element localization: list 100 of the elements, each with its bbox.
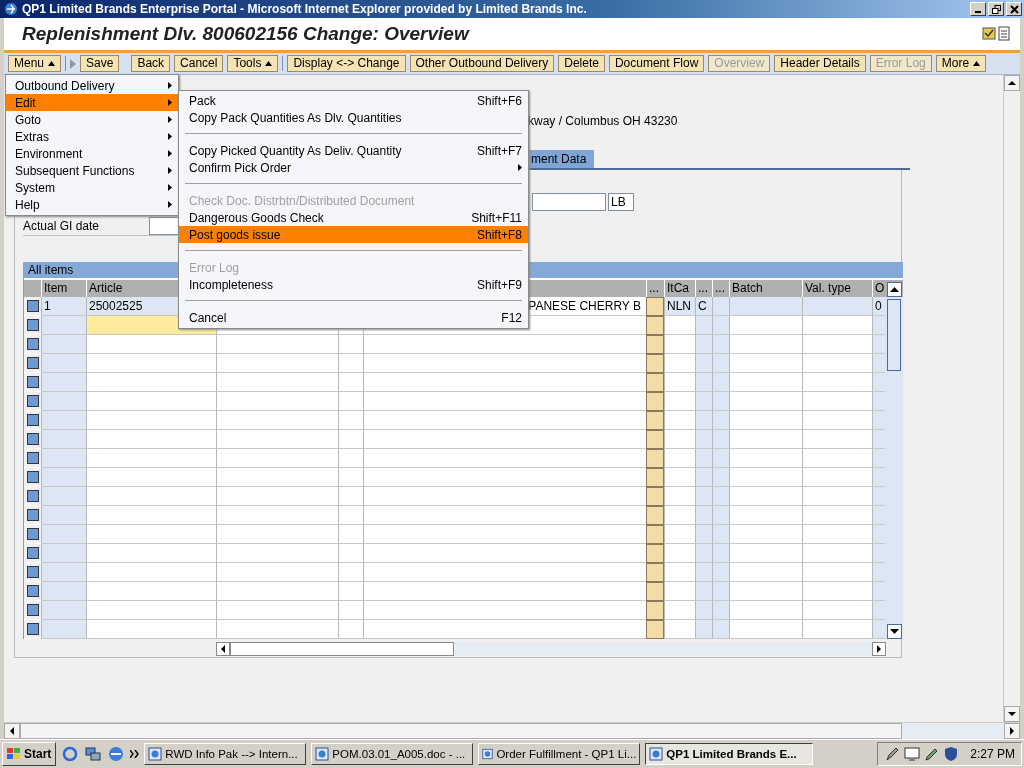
menu-item[interactable]: Dangerous Goods Check Shift+F11 bbox=[179, 209, 528, 226]
scroll-thumb[interactable] bbox=[230, 642, 454, 656]
row-selector[interactable] bbox=[26, 376, 39, 388]
input-field[interactable] bbox=[532, 193, 606, 211]
menu-item[interactable]: System bbox=[6, 179, 178, 196]
scroll-up-icon[interactable] bbox=[1004, 75, 1020, 91]
caret-icon bbox=[48, 61, 56, 66]
taskbar-button[interactable]: RWD Info Pak --> Intern... bbox=[144, 743, 307, 765]
table-cell bbox=[41, 506, 86, 525]
start-button[interactable]: Start bbox=[2, 742, 57, 766]
shield-icon[interactable] bbox=[944, 746, 959, 762]
close-button[interactable] bbox=[1006, 2, 1022, 16]
menu-item[interactable]: Copy Picked Quantity As Deliv. Quantity Shift+F7 bbox=[179, 142, 528, 159]
scroll-down-icon[interactable] bbox=[886, 624, 902, 639]
column-header[interactable]: Val. type bbox=[805, 281, 851, 295]
submenu-arrow-icon bbox=[168, 133, 172, 140]
toolbar-button[interactable]: Back bbox=[131, 55, 171, 72]
table-cell bbox=[695, 430, 712, 449]
dropdown-button[interactable]: More bbox=[935, 55, 987, 72]
dropdown-button[interactable]: Tools bbox=[227, 55, 279, 72]
row-selector[interactable] bbox=[26, 319, 39, 331]
unit-field[interactable]: LB bbox=[608, 193, 634, 211]
toolbar-button[interactable]: Delete bbox=[558, 55, 605, 72]
tab[interactable]: ment Data bbox=[528, 150, 595, 168]
column-header[interactable]: O bbox=[875, 281, 885, 295]
menu-item[interactable]: Outbound Delivery bbox=[6, 77, 178, 94]
scroll-right-icon[interactable] bbox=[1004, 723, 1020, 739]
scroll-left-icon[interactable] bbox=[4, 723, 20, 739]
toolbar-button[interactable]: Header Details bbox=[774, 55, 866, 72]
row-selector[interactable] bbox=[26, 623, 39, 635]
scroll-right-icon[interactable] bbox=[872, 642, 886, 656]
row-selector[interactable] bbox=[26, 395, 39, 407]
table-cell bbox=[646, 297, 664, 316]
table-cell bbox=[712, 430, 729, 449]
table-cell bbox=[802, 392, 872, 411]
row-selector[interactable] bbox=[26, 357, 39, 369]
menu-item[interactable]: Edit bbox=[6, 94, 178, 111]
table-cell bbox=[646, 582, 664, 601]
toolbar-button[interactable]: Other Outbound Delivery bbox=[409, 55, 555, 72]
column-header[interactable]: ... bbox=[715, 281, 725, 295]
row-selector[interactable] bbox=[26, 566, 39, 578]
table-cell bbox=[338, 563, 363, 582]
menu-item[interactable]: Confirm Pick Order bbox=[179, 159, 528, 176]
taskbar-button[interactable]: POM.03.01_A005.doc - ... bbox=[311, 743, 474, 765]
toolbar-button[interactable]: Document Flow bbox=[608, 55, 705, 72]
menu-item[interactable]: Goto bbox=[6, 111, 178, 128]
close-icon bbox=[1009, 4, 1019, 14]
taskbar-button[interactable]: QP1 Limited Brands E... bbox=[645, 743, 814, 765]
scroll-up-icon[interactable] bbox=[886, 282, 902, 297]
row-selector[interactable] bbox=[26, 528, 39, 540]
table-cell bbox=[646, 335, 664, 354]
menu-item[interactable]: Environment bbox=[6, 145, 178, 162]
toolbar-button[interactable]: Display <-> Change bbox=[287, 55, 406, 72]
row-selector[interactable] bbox=[26, 585, 39, 597]
scroll-left-icon[interactable] bbox=[216, 642, 230, 656]
row-selector[interactable] bbox=[26, 452, 39, 464]
menu-item[interactable]: Post goods issue Shift+F8 bbox=[179, 226, 528, 243]
column-header[interactable]: Article bbox=[89, 281, 123, 295]
menu-item[interactable]: Help bbox=[6, 196, 178, 213]
column-header[interactable]: Batch bbox=[732, 281, 763, 295]
scroll-thumb[interactable] bbox=[20, 723, 902, 739]
row-selector[interactable] bbox=[26, 604, 39, 616]
menu-item[interactable]: Incompleteness Shift+F9 bbox=[179, 276, 528, 293]
dropdown-button[interactable]: Menu bbox=[8, 55, 62, 72]
chevron-icon[interactable] bbox=[130, 750, 140, 758]
taskbar-button[interactable]: Order Fulfillment - QP1 Li... bbox=[478, 743, 641, 765]
restore-button[interactable] bbox=[988, 2, 1004, 16]
table-cell bbox=[664, 354, 695, 373]
menu-item[interactable]: Copy Pack Quantities As Dlv. Quantities bbox=[179, 109, 528, 126]
scroll-down-icon[interactable] bbox=[1004, 706, 1020, 722]
table-cell bbox=[695, 449, 712, 468]
table-cell bbox=[695, 582, 712, 601]
row-selector[interactable] bbox=[26, 414, 39, 426]
column-header[interactable]: ItCa bbox=[667, 281, 689, 295]
menu-item[interactable]: Subsequent Functions bbox=[6, 162, 178, 179]
toolbar-button[interactable]: Cancel bbox=[174, 55, 224, 72]
scroll-thumb[interactable] bbox=[887, 299, 901, 371]
row-selector[interactable] bbox=[26, 433, 39, 445]
network-icon[interactable] bbox=[84, 745, 103, 763]
table-cell bbox=[802, 354, 872, 373]
table-cell bbox=[646, 430, 664, 449]
row-selector[interactable] bbox=[26, 547, 39, 559]
row-selector[interactable] bbox=[26, 338, 39, 350]
column-header[interactable]: ... bbox=[649, 281, 659, 295]
column-header[interactable]: Item bbox=[44, 281, 68, 295]
row-selector[interactable] bbox=[26, 300, 39, 312]
toolbar-button[interactable]: Save bbox=[80, 55, 120, 72]
minimize-button[interactable] bbox=[970, 2, 986, 16]
menu-item[interactable]: Pack Shift+F6 bbox=[179, 92, 528, 109]
page-title: Replenishment Dlv. 800602156 Change: Overview bbox=[22, 23, 469, 45]
pen-icon[interactable] bbox=[884, 746, 901, 762]
row-selector[interactable] bbox=[26, 471, 39, 483]
table-cell bbox=[41, 316, 86, 335]
row-selector[interactable] bbox=[26, 509, 39, 521]
table-cell bbox=[802, 544, 872, 563]
menu-item[interactable]: Extras bbox=[6, 128, 178, 145]
monitor-icon[interactable] bbox=[904, 746, 921, 762]
row-selector[interactable] bbox=[26, 490, 39, 502]
table-cell bbox=[712, 411, 729, 430]
column-header[interactable]: ... bbox=[698, 281, 708, 295]
